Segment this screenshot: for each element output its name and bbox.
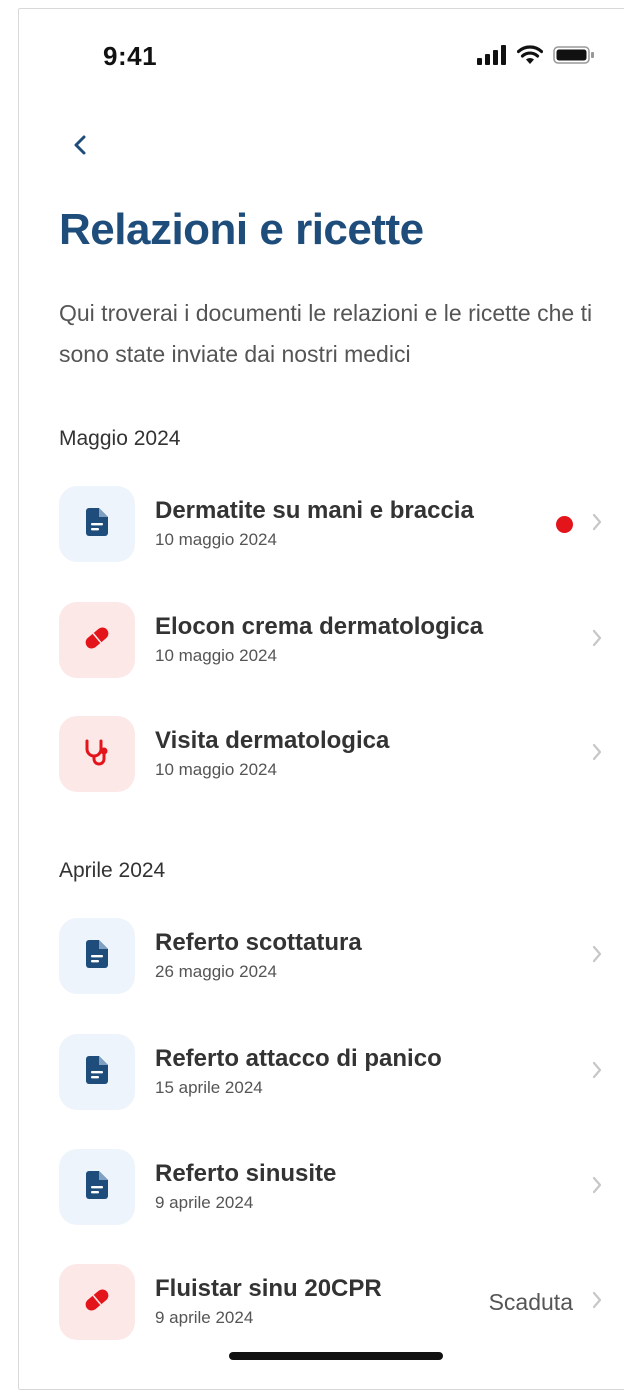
pill-icon xyxy=(82,1285,112,1320)
item-text: Elocon crema dermatologica 10 maggio 202… xyxy=(155,612,591,668)
status-bar: 9:41 xyxy=(19,9,624,89)
chevron-left-icon xyxy=(73,134,87,161)
document-icon xyxy=(86,939,108,973)
document-icon xyxy=(86,1170,108,1204)
stethoscope-icon-tile xyxy=(59,716,135,792)
chevron-right-icon xyxy=(591,512,603,537)
item-right xyxy=(591,1175,607,1200)
item-title: Referto attacco di panico xyxy=(155,1045,442,1072)
item-right xyxy=(591,944,607,969)
phone-screen: 9:41 Relazioni e ricette Qui troverai i … xyxy=(18,8,624,1390)
document-icon xyxy=(86,1055,108,1089)
list-item[interactable]: Referto scottatura 26 maggio 2024 xyxy=(59,917,607,995)
chevron-right-icon xyxy=(591,944,603,969)
list-item[interactable]: Dermatite su mani e braccia 10 maggio 20… xyxy=(59,485,607,563)
item-date: 26 maggio 2024 xyxy=(155,962,277,981)
item-title: Visita dermatologica xyxy=(155,727,390,754)
item-date: 9 aprile 2024 xyxy=(155,1308,254,1327)
list-item[interactable]: Referto attacco di panico 15 aprile 2024 xyxy=(59,1033,607,1111)
page-subtitle: Qui troverai i documenti le relazioni e … xyxy=(59,300,593,367)
item-title: Fluistar sinu 20CPR xyxy=(155,1275,382,1302)
chevron-right-icon xyxy=(591,628,603,653)
item-date: 10 maggio 2024 xyxy=(155,760,277,779)
document-icon-tile xyxy=(59,486,135,562)
item-text: Referto attacco di panico 15 aprile 2024 xyxy=(155,1044,591,1100)
item-right xyxy=(591,742,607,767)
list-item[interactable]: Elocon crema dermatologica 10 maggio 202… xyxy=(59,601,607,679)
item-text: Referto scottatura 26 maggio 2024 xyxy=(155,928,591,984)
battery-icon xyxy=(553,45,595,70)
home-indicator[interactable] xyxy=(229,1352,443,1360)
document-icon-tile xyxy=(59,1149,135,1225)
list-item[interactable]: Visita dermatologica 10 maggio 2024 xyxy=(59,715,607,793)
item-title: Referto scottatura xyxy=(155,929,362,956)
item-date: 10 maggio 2024 xyxy=(155,530,277,549)
item-right xyxy=(591,628,607,653)
section-label-aprile-2024: Aprile 2024 xyxy=(59,859,166,882)
item-date: 15 aprile 2024 xyxy=(155,1078,263,1097)
page-title: Relazioni e ricette xyxy=(59,205,424,254)
item-title: Referto sinusite xyxy=(155,1160,337,1187)
pill-icon-tile xyxy=(59,602,135,678)
stethoscope-icon xyxy=(82,737,112,772)
status-time: 9:41 xyxy=(103,41,158,71)
pill-icon xyxy=(82,623,112,658)
item-right xyxy=(556,512,607,537)
pill-icon-tile xyxy=(59,1264,135,1340)
status-icons xyxy=(477,45,595,70)
document-icon-tile xyxy=(59,918,135,994)
expired-status-label: Scaduta xyxy=(488,1288,573,1315)
unread-dot xyxy=(556,515,573,533)
chevron-right-icon xyxy=(591,1290,603,1315)
list-item[interactable]: Referto sinusite 9 aprile 2024 xyxy=(59,1148,607,1226)
chevron-right-icon xyxy=(591,742,603,767)
item-right: Scaduta xyxy=(489,1289,607,1316)
back-button[interactable] xyxy=(65,127,95,167)
item-date: 9 aprile 2024 xyxy=(155,1193,254,1212)
item-text: Referto sinusite 9 aprile 2024 xyxy=(155,1159,591,1215)
document-icon-tile xyxy=(59,1034,135,1110)
chevron-right-icon xyxy=(591,1060,603,1085)
item-text: Visita dermatologica 10 maggio 2024 xyxy=(155,726,591,782)
cellular-signal-icon xyxy=(477,45,507,70)
item-title: Elocon crema dermatologica xyxy=(155,613,484,640)
wifi-icon xyxy=(516,45,544,70)
item-text: Dermatite su mani e braccia 10 maggio 20… xyxy=(155,496,556,552)
item-text: Fluistar sinu 20CPR 9 aprile 2024 xyxy=(155,1274,489,1330)
chevron-right-icon xyxy=(591,1175,603,1200)
section-label-maggio-2024: Maggio 2024 xyxy=(59,427,181,450)
list-item[interactable]: Fluistar sinu 20CPR 9 aprile 2024 Scadut… xyxy=(59,1263,607,1341)
document-icon xyxy=(86,507,108,541)
item-title: Dermatite su mani e braccia xyxy=(155,497,474,524)
item-date: 10 maggio 2024 xyxy=(155,646,277,665)
item-right xyxy=(591,1060,607,1085)
